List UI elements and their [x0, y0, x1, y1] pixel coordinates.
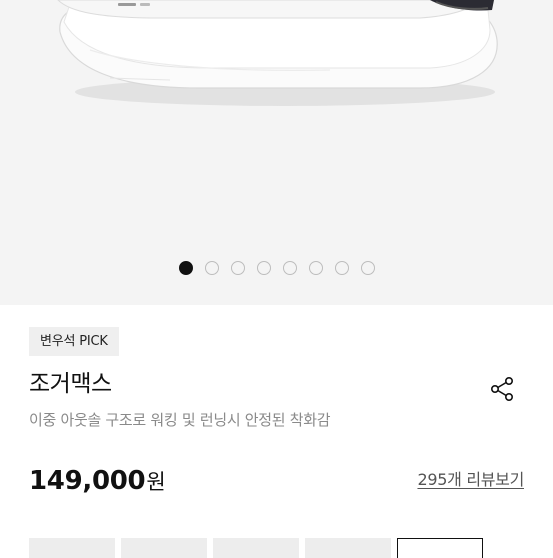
gallery-dot[interactable]	[309, 261, 323, 275]
option-thumbnail[interactable]	[213, 538, 299, 558]
gallery-dot[interactable]	[283, 261, 297, 275]
gallery-dot[interactable]	[335, 261, 349, 275]
option-thumbnail[interactable]	[29, 538, 115, 558]
gallery-dot[interactable]	[257, 261, 271, 275]
option-thumbnail[interactable]	[121, 538, 207, 558]
gallery-pagination	[179, 261, 375, 275]
product-title: 조거맥스	[29, 371, 112, 397]
gallery-dot[interactable]	[179, 261, 193, 275]
product-description: 이중 아웃솔 구조로 워킹 및 런닝시 안정된 착화감	[29, 411, 331, 429]
option-thumbnails	[29, 538, 483, 558]
product-shoe-image	[57, 0, 498, 106]
option-thumbnail[interactable]	[397, 538, 483, 558]
share-icon[interactable]	[489, 375, 517, 403]
gallery-dot[interactable]	[205, 261, 219, 275]
gallery-dot[interactable]	[361, 261, 375, 275]
product-badge: 변우석 PICK	[29, 327, 119, 356]
product-image-gallery[interactable]	[0, 0, 553, 305]
product-price: 149,000원	[29, 462, 166, 501]
option-thumbnail[interactable]	[305, 538, 391, 558]
review-link[interactable]: 295개 리뷰보기	[417, 468, 524, 492]
gallery-dot[interactable]	[231, 261, 245, 275]
price-amount: 149,000	[29, 466, 146, 496]
price-unit: 원	[146, 470, 166, 494]
